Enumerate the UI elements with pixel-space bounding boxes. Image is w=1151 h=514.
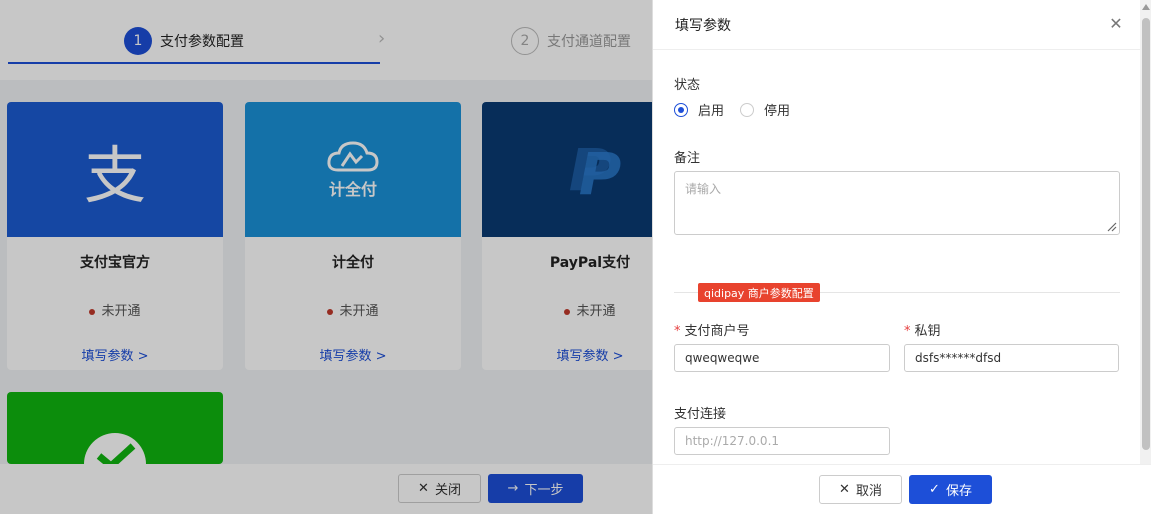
radio-checked-icon	[674, 102, 688, 117]
private-key-label: * 私钥	[904, 324, 941, 339]
close-icon[interactable]: ✕	[1108, 16, 1124, 32]
check-icon: ✓	[929, 482, 940, 497]
section-tag: qidipay 商户参数配置	[698, 283, 820, 302]
status-radio-disabled[interactable]: 停用	[740, 100, 790, 119]
resize-handle-icon[interactable]	[1105, 220, 1117, 232]
params-drawer: 填写参数 ✕ 状态 启用 停用 备注 请输入 qidipay 商户参数配置 * 支…	[652, 0, 1151, 514]
status-radio-enabled[interactable]: 启用	[674, 100, 724, 119]
remark-label: 备注	[674, 151, 701, 166]
merchant-id-label: * 支付商户号	[674, 324, 750, 339]
private-key-input[interactable]: dsfs******dfsd	[904, 344, 1119, 372]
cancel-button[interactable]: ✕ 取消	[819, 475, 902, 504]
status-label: 状态	[674, 78, 701, 93]
drawer-scrollbar[interactable]	[1140, 0, 1151, 464]
drawer-header: 填写参数 ✕	[653, 0, 1151, 50]
merchant-id-input[interactable]: qweqweqwe	[674, 344, 890, 372]
modal-overlay[interactable]	[0, 0, 652, 514]
scrollbar-thumb[interactable]	[1142, 18, 1150, 450]
close-icon: ✕	[839, 482, 850, 497]
pay-link-label: 支付连接	[674, 407, 727, 422]
save-button[interactable]: ✓ 保存	[909, 475, 992, 504]
pay-link-input[interactable]: http://127.0.0.1	[674, 427, 890, 455]
drawer-body: 状态 启用 停用 备注 请输入 qidipay 商户参数配置 * 支付商户号 qw…	[653, 50, 1140, 464]
remark-textarea[interactable]: 请输入	[674, 171, 1120, 235]
drawer-footer: ✕ 取消 ✓ 保存	[653, 464, 1151, 514]
scroll-up-arrow-icon[interactable]	[1142, 4, 1150, 10]
radio-unchecked-icon	[740, 102, 754, 117]
drawer-title: 填写参数	[675, 17, 731, 34]
